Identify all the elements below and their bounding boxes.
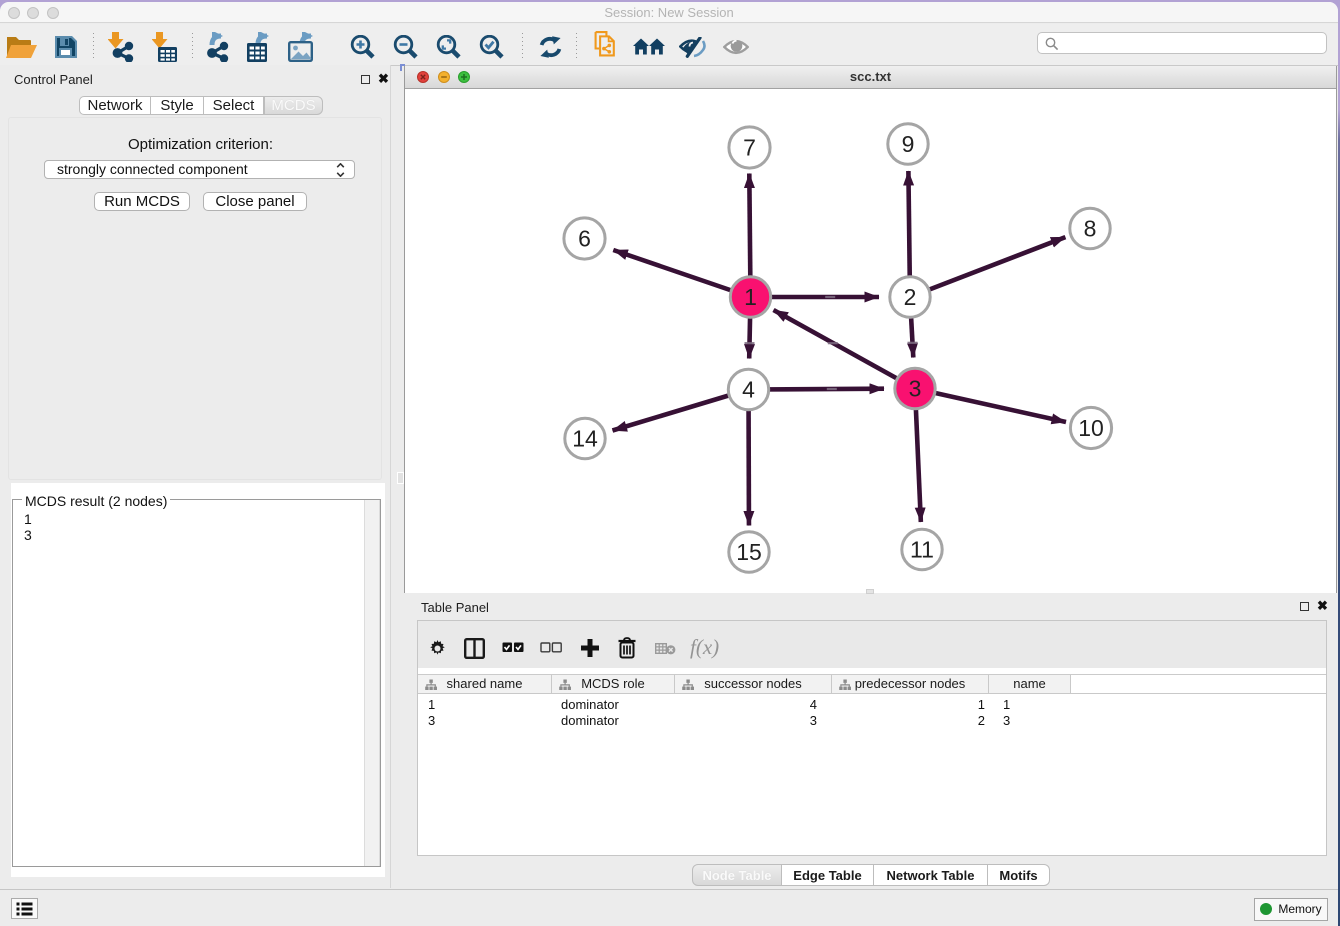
svg-text:8: 8 xyxy=(1084,216,1097,242)
svg-text:6: 6 xyxy=(578,226,591,252)
svg-text:1: 1 xyxy=(744,284,757,310)
svg-text:14: 14 xyxy=(572,426,598,452)
svg-text:15: 15 xyxy=(736,539,762,565)
svg-text:3: 3 xyxy=(909,376,922,402)
svg-text:11: 11 xyxy=(910,537,934,563)
svg-text:9: 9 xyxy=(902,131,915,157)
svg-text:7: 7 xyxy=(743,135,756,161)
svg-text:10: 10 xyxy=(1078,415,1104,441)
svg-text:2: 2 xyxy=(904,284,917,310)
svg-text:4: 4 xyxy=(742,377,755,403)
